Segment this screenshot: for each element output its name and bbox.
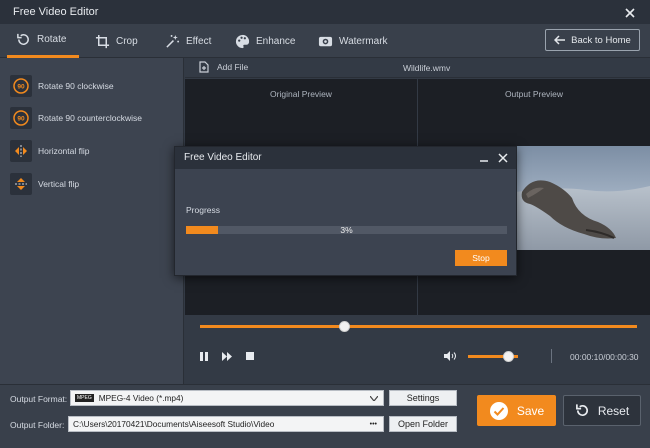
main-toolbar: Rotate Crop Effect Enhance Watermark Bac… (0, 24, 650, 58)
vertical-flip-option[interactable]: Vertical flip (10, 172, 79, 196)
checkmark-icon (489, 401, 508, 420)
pause-button[interactable] (197, 349, 211, 363)
pause-icon (200, 351, 208, 361)
stop-button[interactable]: Stop (455, 250, 507, 266)
tab-enhance[interactable]: Enhance (235, 24, 295, 58)
title-bar: Free Video Editor (0, 0, 650, 24)
vertical-flip-icon (10, 173, 32, 195)
seek-handle[interactable] (339, 321, 351, 332)
tab-watermark[interactable]: Watermark (318, 24, 388, 58)
rotate-icon (17, 33, 29, 45)
progress-bar: 3% (186, 225, 507, 235)
dialog-title-bar: Free Video Editor (175, 147, 516, 169)
speaker-icon (444, 351, 456, 361)
divider-icon (551, 349, 552, 363)
stop-playback-button[interactable] (243, 349, 257, 363)
minimize-icon (480, 160, 488, 162)
minimize-button[interactable] (479, 153, 491, 165)
stop-icon (246, 352, 254, 360)
rotate-counterclockwise-option[interactable]: 90 Rotate 90 counterclockwise (10, 106, 142, 130)
progress-percent: 3% (340, 225, 353, 235)
close-icon (625, 8, 635, 18)
snapshot-button[interactable] (545, 349, 559, 363)
file-bar: Add File Wildlife.wmv (185, 58, 650, 78)
save-label: Save (516, 403, 545, 418)
svg-text:90: 90 (17, 116, 25, 123)
back-to-home-label: Back to Home (571, 34, 631, 46)
tab-label: Enhance (256, 35, 296, 47)
window-title: Free Video Editor (13, 6, 99, 18)
progress-dialog: Free Video Editor Progress 3% Stop (174, 146, 517, 276)
settings-button[interactable]: Settings (389, 390, 457, 406)
fast-forward-icon (222, 351, 232, 361)
sidebar-item-label: Rotate 90 clockwise (38, 81, 114, 91)
browse-folder-button[interactable]: ••• (370, 421, 377, 428)
tab-label: Rotate (37, 34, 67, 45)
crop-icon (95, 34, 110, 48)
close-icon (498, 153, 508, 163)
rotate-clockwise-option[interactable]: 90 Rotate 90 clockwise (10, 74, 114, 98)
output-format-select[interactable]: MPEG MPEG-4 Video (*.mp4) (70, 390, 384, 406)
output-folder-value: C:\Users\20170421\Documents\Aiseesoft St… (73, 419, 275, 429)
add-file-icon (199, 61, 209, 73)
tab-effect[interactable]: Effect (165, 24, 211, 58)
add-file-label: Add File (217, 62, 249, 72)
rotate-ccw-icon: 90 (10, 107, 32, 129)
back-arrow-icon (554, 35, 566, 45)
reset-icon (575, 404, 588, 417)
reset-button[interactable]: Reset (563, 395, 641, 426)
sidebar-item-label: Rotate 90 counterclockwise (38, 113, 142, 123)
add-file-button[interactable]: Add File (199, 61, 248, 73)
video-frame (516, 146, 650, 250)
close-button[interactable] (620, 4, 640, 22)
output-bar: Output Format: MPEG MPEG-4 Video (*.mp4)… (0, 384, 650, 448)
watermark-icon (318, 36, 333, 46)
dialog-title: Free Video Editor (184, 152, 262, 163)
volume-button[interactable] (443, 349, 457, 363)
effect-icon (166, 34, 180, 48)
tab-label: Crop (116, 35, 138, 47)
open-folder-button[interactable]: Open Folder (389, 416, 457, 432)
fast-forward-button[interactable] (220, 349, 234, 363)
output-folder-field[interactable]: C:\Users\20170421\Documents\Aiseesoft St… (68, 416, 384, 432)
dialog-close-button[interactable] (498, 153, 510, 165)
sidebar-item-label: Horizontal flip (38, 146, 90, 156)
horizontal-flip-icon (10, 140, 32, 162)
save-button[interactable]: Save (477, 395, 556, 426)
tab-rotate[interactable]: Rotate (7, 24, 79, 58)
rotate-cw-icon: 90 (10, 75, 32, 97)
tab-label: Effect (186, 35, 212, 47)
file-name: Wildlife.wmv (403, 63, 451, 73)
original-preview-label: Original Preview (270, 89, 332, 99)
timecode: 00:00:10/00:00:30 (570, 352, 639, 362)
palette-icon (235, 34, 250, 48)
reset-label: Reset (597, 403, 630, 418)
progress-label: Progress (186, 205, 221, 215)
volume-handle[interactable] (503, 351, 514, 362)
tab-label: Watermark (339, 35, 388, 47)
player-controls: 00:00:10/00:00:30 (185, 315, 650, 384)
svg-text:90: 90 (17, 84, 25, 91)
rotate-options-panel: 90 Rotate 90 clockwise 90 Rotate 90 coun… (0, 58, 184, 384)
output-format-label: Output Format: (10, 394, 68, 404)
tab-crop[interactable]: Crop (95, 24, 138, 58)
output-preview-label: Output Preview (504, 89, 564, 99)
back-to-home-button[interactable]: Back to Home (545, 29, 640, 51)
mpeg-badge-icon: MPEG (75, 394, 94, 402)
output-format-value: MPEG-4 Video (*.mp4) (98, 393, 184, 403)
horizontal-flip-option[interactable]: Horizontal flip (10, 139, 90, 163)
seek-bar[interactable] (200, 325, 637, 328)
chevron-down-icon (370, 395, 378, 401)
output-folder-label: Output Folder: (10, 420, 65, 430)
sidebar-item-label: Vertical flip (38, 179, 80, 189)
